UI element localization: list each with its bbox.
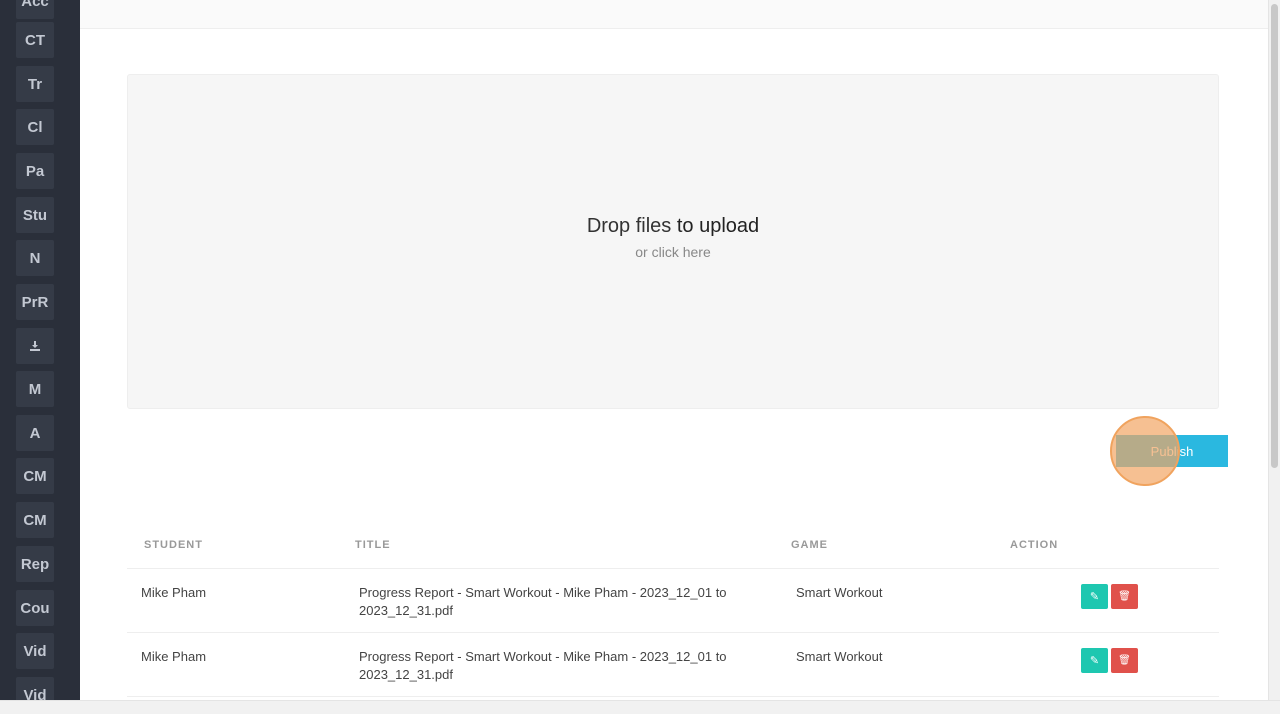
table-row: Mike Pham Progress Report - Smart Workou… bbox=[127, 569, 1219, 633]
horizontal-scrollbar[interactable] bbox=[0, 700, 1280, 714]
sidebar-item-pa[interactable]: Pa bbox=[16, 153, 54, 189]
sidebar-item-label: M bbox=[28, 380, 42, 398]
sidebar-item-label: PrR bbox=[21, 293, 49, 311]
table-header: STUDENT TITLE GAME ACTION bbox=[127, 527, 1219, 569]
reports-table: STUDENT TITLE GAME ACTION Mike Pham Prog… bbox=[127, 527, 1219, 697]
sidebar-item-ct[interactable]: CT bbox=[16, 22, 54, 58]
header-game[interactable]: GAME bbox=[791, 539, 828, 551]
main-content: Drop files to upload or click here Publi… bbox=[80, 0, 1268, 700]
dropzone-title-plain: Drop files bbox=[586, 215, 672, 237]
sidebar-item-prr[interactable]: PrR bbox=[16, 284, 54, 320]
vertical-scrollbar[interactable] bbox=[1268, 0, 1280, 700]
sidebar-item-label: CM bbox=[23, 511, 47, 529]
sidebar-item-cl[interactable]: Cl bbox=[16, 109, 54, 145]
edit-button[interactable]: ✎ bbox=[1081, 584, 1108, 609]
sidebar-item-label: Vid bbox=[23, 642, 47, 660]
sidebar-item-vid[interactable]: Vid bbox=[16, 633, 54, 669]
dropzone-title: Drop files to upload bbox=[587, 215, 759, 238]
pencil-icon: ✎ bbox=[1089, 591, 1100, 603]
publish-button[interactable]: Publish bbox=[1116, 435, 1228, 467]
sidebar: Acc CT Tr Cl Pa Stu N PrR M A CM CM Rep … bbox=[0, 0, 80, 700]
sidebar-item-tr[interactable]: Tr bbox=[16, 66, 54, 102]
sidebar-item-rep[interactable]: Rep bbox=[16, 546, 54, 582]
sidebar-item-label: Acc bbox=[21, 0, 49, 10]
table-row: Mike Pham Progress Report - Smart Workou… bbox=[127, 633, 1219, 697]
delete-button[interactable]: 🗑 bbox=[1111, 584, 1138, 609]
cell-title: Progress Report - Smart Workout - Mike P… bbox=[359, 585, 727, 618]
sidebar-item-label: Rep bbox=[20, 555, 50, 573]
cell-student: Mike Pham bbox=[141, 649, 207, 664]
cell-game: Smart Workout bbox=[796, 585, 883, 600]
sidebar-item-label: Pa bbox=[25, 162, 45, 180]
sidebar-item-label: Tr bbox=[27, 75, 43, 93]
trash-icon: 🗑 bbox=[1118, 655, 1131, 666]
sidebar-item-cm[interactable]: CM bbox=[16, 458, 54, 494]
sidebar-item-label: CM bbox=[23, 467, 47, 485]
sidebar-item-vid-2[interactable]: Vid bbox=[16, 677, 54, 700]
cell-title: Progress Report - Smart Workout - Mike P… bbox=[359, 649, 727, 682]
header-title[interactable]: TITLE bbox=[355, 539, 391, 551]
header-action: ACTION bbox=[1010, 539, 1059, 551]
sidebar-item-cm-2[interactable]: CM bbox=[16, 502, 54, 538]
delete-button[interactable]: 🗑 bbox=[1111, 648, 1138, 673]
cell-student: Mike Pham bbox=[141, 585, 207, 600]
sidebar-item-label: Cl bbox=[27, 118, 43, 136]
sidebar-item-label: N bbox=[29, 249, 41, 267]
sidebar-item-stu[interactable]: Stu bbox=[16, 197, 54, 233]
header-student[interactable]: STUDENT bbox=[144, 539, 203, 551]
top-bar bbox=[80, 0, 1268, 29]
pencil-icon: ✎ bbox=[1089, 655, 1100, 667]
trash-icon: 🗑 bbox=[1118, 591, 1131, 602]
sidebar-item-n[interactable]: N bbox=[16, 240, 54, 276]
edit-button[interactable]: ✎ bbox=[1081, 648, 1108, 673]
sidebar-item-a[interactable]: A bbox=[16, 415, 54, 451]
sidebar-item-label: A bbox=[29, 424, 41, 442]
dropzone-title-bold: to upload bbox=[676, 215, 760, 237]
sidebar-item-acc[interactable]: Acc bbox=[16, 0, 54, 19]
sidebar-item-cou[interactable]: Cou bbox=[16, 590, 54, 626]
sidebar-item-label: CT bbox=[25, 31, 45, 49]
dropzone-subtitle: or click here bbox=[635, 244, 711, 260]
sidebar-item-m[interactable]: M bbox=[16, 371, 54, 407]
file-dropzone[interactable]: Drop files to upload or click here bbox=[127, 74, 1219, 409]
sidebar-item-label: Cou bbox=[20, 599, 50, 617]
sidebar-item-download[interactable] bbox=[16, 328, 54, 364]
scrollbar-thumb[interactable] bbox=[1271, 4, 1278, 468]
sidebar-item-label: Stu bbox=[22, 206, 48, 224]
cell-game: Smart Workout bbox=[796, 649, 883, 664]
sidebar-item-label: Vid bbox=[23, 686, 47, 701]
download-icon bbox=[30, 341, 40, 351]
